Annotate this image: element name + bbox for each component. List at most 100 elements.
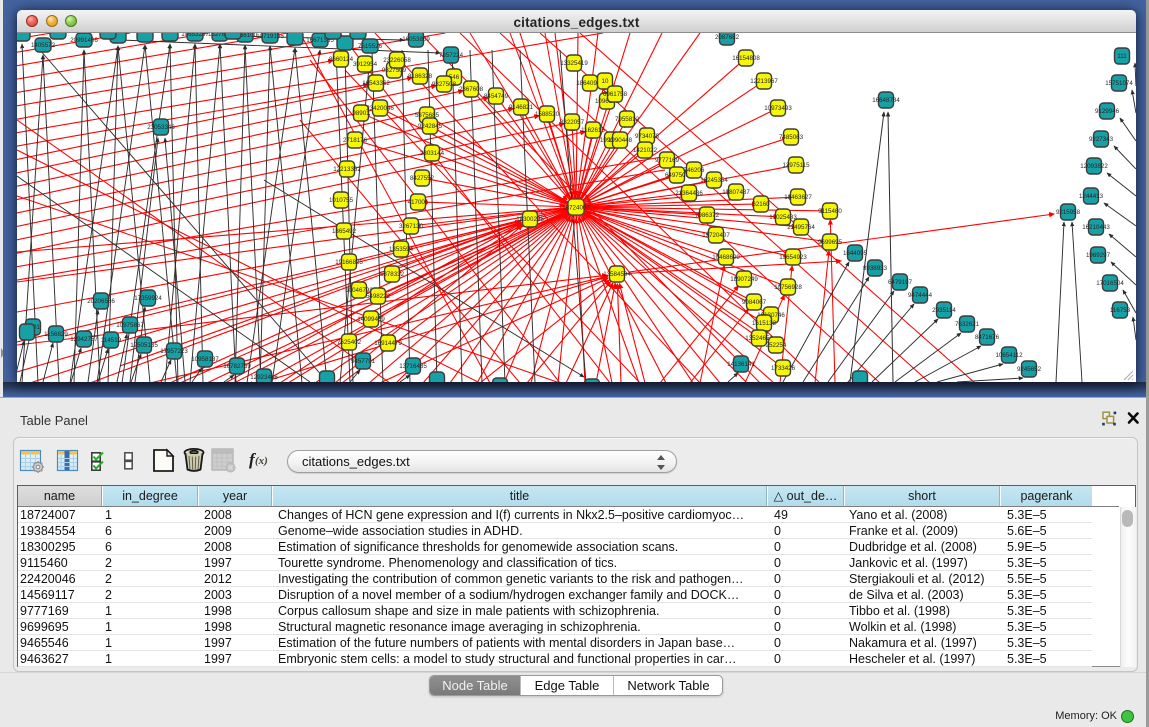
svg-text:21364436: 21364436 <box>675 190 703 197</box>
svg-text:9129946: 9129946 <box>1095 108 1120 115</box>
svg-text:20206586: 20206586 <box>87 298 115 305</box>
svg-text:23226058: 23226058 <box>383 57 411 64</box>
svg-text:8186328: 8186328 <box>408 73 433 80</box>
svg-text:10025433: 10025433 <box>769 214 797 221</box>
svg-text:9699695: 9699695 <box>818 239 843 246</box>
svg-text:23420046: 23420046 <box>366 105 394 112</box>
svg-text:13325419: 13325419 <box>560 60 588 67</box>
svg-text:14099489: 14099489 <box>357 316 385 323</box>
svg-text:3912954: 3912954 <box>353 61 378 68</box>
svg-text:2367608: 2367608 <box>459 86 484 93</box>
svg-text:2935114: 2935114 <box>932 307 956 314</box>
svg-text:14136141: 14136141 <box>727 361 755 368</box>
svg-text:9084067: 9084067 <box>742 299 767 306</box>
svg-text:116753: 116753 <box>1110 307 1131 314</box>
svg-text:5878332: 5878332 <box>380 271 405 278</box>
svg-text:12923446: 12923446 <box>250 374 278 381</box>
svg-text:2718176: 2718176 <box>343 137 368 144</box>
svg-text:8471676: 8471676 <box>975 334 1000 341</box>
svg-text:16914479: 16914479 <box>374 340 402 347</box>
svg-text:1010755: 1010755 <box>329 197 354 204</box>
svg-text:20991406: 20991406 <box>70 37 98 44</box>
svg-text:10807487: 10807487 <box>722 189 750 196</box>
svg-text:13716485: 13716485 <box>399 363 427 370</box>
svg-text:7625402: 7625402 <box>337 339 362 346</box>
svg-text:111: 111 <box>1117 53 1127 60</box>
svg-text:2803144: 2803144 <box>420 150 445 157</box>
svg-text:12505135: 12505135 <box>130 342 158 349</box>
svg-text:746206: 746206 <box>684 167 705 174</box>
svg-text:7955812: 7955812 <box>615 116 640 123</box>
svg-text:9734078: 9734078 <box>635 133 660 140</box>
svg-text:1733426: 1733426 <box>771 365 796 372</box>
svg-text:9777169: 9777169 <box>655 157 680 164</box>
svg-text:9327508: 9327508 <box>432 81 457 88</box>
svg-text:18724007: 18724007 <box>562 205 590 212</box>
svg-text:12213362: 12213362 <box>333 166 361 173</box>
svg-text:3267130: 3267130 <box>399 223 424 230</box>
svg-text:1644095: 1644095 <box>843 250 868 257</box>
svg-text:16648784: 16648784 <box>872 97 900 104</box>
svg-text:1615132: 1615132 <box>752 320 777 327</box>
svg-text:7515526: 7515526 <box>358 43 383 50</box>
svg-text:12975115: 12975115 <box>782 162 810 169</box>
svg-text:6961758: 6961758 <box>603 91 628 98</box>
svg-text:62160: 62160 <box>752 201 770 208</box>
svg-text:9457791: 9457791 <box>351 358 376 365</box>
svg-text:1156829: 1156829 <box>44 331 68 338</box>
svg-text:9215958: 9215958 <box>1056 209 1081 216</box>
svg-text:16053809: 16053809 <box>402 36 430 43</box>
svg-text:10756928: 10756928 <box>774 284 802 291</box>
svg-text:10958187: 10958187 <box>191 356 219 363</box>
svg-text:252254: 252254 <box>766 342 787 349</box>
svg-text:9227343: 9227343 <box>1089 136 1114 143</box>
svg-text:1353594: 1353594 <box>389 246 414 253</box>
svg-text:16782759: 16782759 <box>223 363 251 370</box>
svg-text:9146821: 9146821 <box>509 104 534 111</box>
svg-text:9242845: 9242845 <box>418 123 443 130</box>
svg-text:1990448: 1990448 <box>608 137 633 144</box>
svg-text:12093822: 12093822 <box>1080 163 1108 170</box>
svg-text:114519: 114519 <box>101 337 122 344</box>
svg-text:18907249: 18907249 <box>730 276 758 283</box>
svg-text:17359924: 17359924 <box>134 295 162 302</box>
svg-text:10975867: 10975867 <box>116 322 144 329</box>
svg-text:1421022: 1421022 <box>633 147 658 154</box>
svg-text:7986372: 7986372 <box>695 212 720 219</box>
svg-text:19166825: 19166825 <box>335 259 363 266</box>
svg-text:15751074: 15751074 <box>1105 80 1133 87</box>
svg-text:10653287: 10653287 <box>181 33 209 38</box>
svg-text:16154808: 16154808 <box>732 55 760 62</box>
svg-text:17016504: 17016504 <box>1096 280 1124 287</box>
svg-text:9245652: 9245652 <box>1017 366 1042 373</box>
svg-text:1244413: 1244413 <box>1079 193 1104 200</box>
svg-text:1969297: 1969297 <box>1086 252 1111 259</box>
svg-text:10719155: 10719155 <box>256 33 284 40</box>
svg-text:10: 10 <box>602 78 609 85</box>
svg-text:17957223: 17957223 <box>160 348 188 355</box>
svg-text:1865492: 1865492 <box>332 228 357 235</box>
svg-text:7485063: 7485063 <box>779 134 804 141</box>
svg-text:15720407: 15720407 <box>702 232 730 239</box>
svg-text:10973493: 10973493 <box>764 105 792 112</box>
svg-text:8660124: 8660124 <box>329 56 354 63</box>
svg-text:6479197: 6479197 <box>888 279 913 286</box>
svg-text:16245354: 16245354 <box>700 177 728 184</box>
svg-text:10654112: 10654112 <box>995 352 1023 359</box>
svg-text:9115460: 9115460 <box>818 208 842 215</box>
svg-text:23053346: 23053346 <box>147 124 175 131</box>
svg-text:10468609: 10468609 <box>712 254 740 261</box>
svg-text:7857224: 7857224 <box>439 52 464 59</box>
svg-text:8322057: 8322057 <box>560 119 585 126</box>
svg-text:13584594: 13584594 <box>603 271 631 278</box>
svg-text:19654923: 19654923 <box>779 254 807 261</box>
svg-text:1405572: 1405572 <box>31 42 56 49</box>
svg-text:7632621: 7632621 <box>955 321 980 328</box>
svg-text:8938933: 8938933 <box>863 265 888 272</box>
svg-text:8427552: 8427552 <box>410 175 435 182</box>
svg-text:9474444: 9474444 <box>908 292 933 299</box>
svg-text:16543362: 16543362 <box>362 80 390 87</box>
svg-text:12942757: 12942757 <box>70 336 98 343</box>
svg-text:18463627: 18463627 <box>784 194 812 201</box>
svg-text:16210443: 16210443 <box>1082 224 1110 231</box>
